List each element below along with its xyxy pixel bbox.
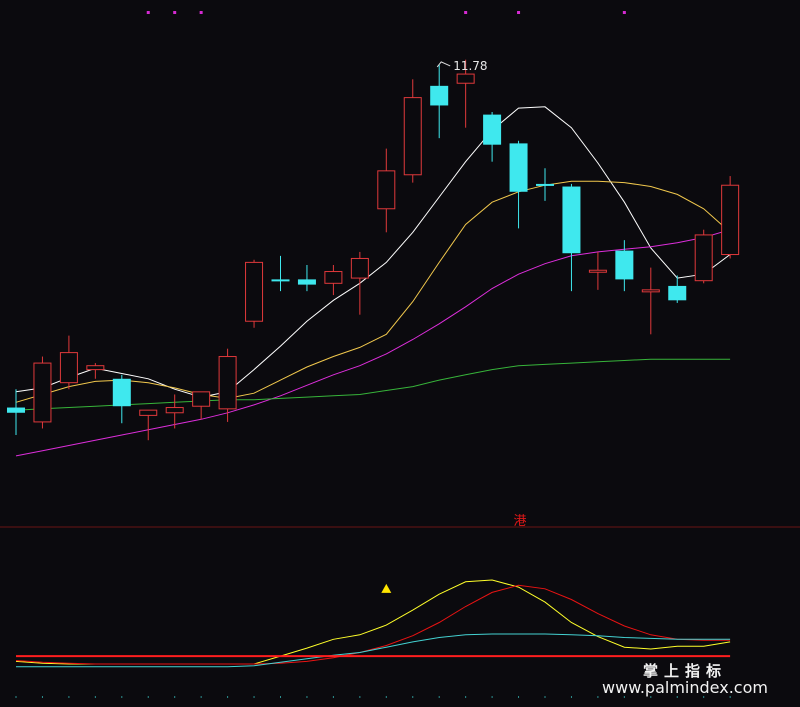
candle-body	[641, 289, 660, 293]
candle-body	[483, 114, 502, 145]
indicator-label: 港	[513, 514, 526, 529]
candle-body	[377, 170, 396, 210]
candle-body	[324, 271, 343, 284]
candle-body	[33, 362, 52, 423]
signal-dot	[173, 11, 177, 14]
signal-dot	[464, 11, 468, 14]
axis-tick-dot	[412, 696, 414, 698]
candle-body	[456, 73, 475, 84]
candle-body	[403, 97, 422, 176]
axis-tick-dot	[174, 696, 176, 698]
axis-tick-dot	[359, 696, 361, 698]
candle-body	[165, 407, 184, 414]
candle-body	[271, 279, 290, 282]
axis-tick-dot	[306, 696, 308, 698]
axis-tick-dot	[121, 696, 123, 698]
chart-root: 11.78 港 掌上指标 www.palmindex.com	[0, 0, 800, 707]
candle-body	[536, 183, 554, 186]
axis-tick-dot	[280, 696, 281, 698]
axis-tick-dot	[227, 696, 229, 698]
candle-body	[7, 407, 25, 413]
candle-body	[218, 356, 237, 410]
candle-body	[430, 85, 449, 106]
chart-background	[0, 0, 800, 707]
chart-canvas: 11.78 港 掌上指标 www.palmindex.com	[0, 0, 800, 707]
candle-body	[615, 250, 634, 280]
axis-tick-dot	[253, 696, 255, 698]
axis-tick-dot	[332, 696, 334, 698]
candle-body	[509, 143, 528, 192]
candle-body	[245, 261, 264, 322]
candle-body	[668, 285, 687, 301]
axis-tick-dot	[438, 696, 440, 698]
axis-tick-dot	[518, 696, 520, 698]
candle-body	[588, 269, 607, 273]
axis-tick-dot	[570, 696, 572, 698]
candle-body	[86, 365, 105, 371]
axis-tick-dot	[15, 696, 17, 698]
axis-tick-dot	[597, 696, 599, 698]
axis-tick-dot	[147, 696, 149, 698]
candle-body	[139, 409, 158, 416]
signal-dot	[146, 11, 150, 14]
candle-body	[350, 257, 369, 279]
axis-tick-dot	[465, 696, 467, 698]
candle-body	[59, 352, 78, 384]
candle	[33, 356, 52, 429]
candle	[245, 259, 264, 328]
candle	[694, 229, 713, 284]
candle	[721, 176, 740, 259]
candle-body	[562, 186, 581, 254]
watermark-url: www.palmindex.com	[602, 678, 768, 697]
axis-tick-dot	[94, 696, 96, 698]
axis-tick-dot	[544, 696, 546, 698]
axis-tick-dot	[68, 696, 70, 698]
candle-body	[721, 184, 740, 256]
axis-tick-dot	[200, 696, 202, 698]
candle-body	[694, 234, 713, 282]
signal-dot	[622, 11, 626, 14]
signal-dot	[199, 11, 203, 14]
axis-tick-dot	[491, 696, 493, 698]
candle-body	[112, 378, 131, 407]
axis-tick-dot	[41, 696, 43, 698]
signal-dot	[517, 11, 521, 14]
high-price-label: 11.78	[453, 59, 487, 73]
candle-body	[297, 279, 316, 285]
candle-body	[192, 391, 211, 407]
axis-tick-dot	[385, 696, 387, 698]
